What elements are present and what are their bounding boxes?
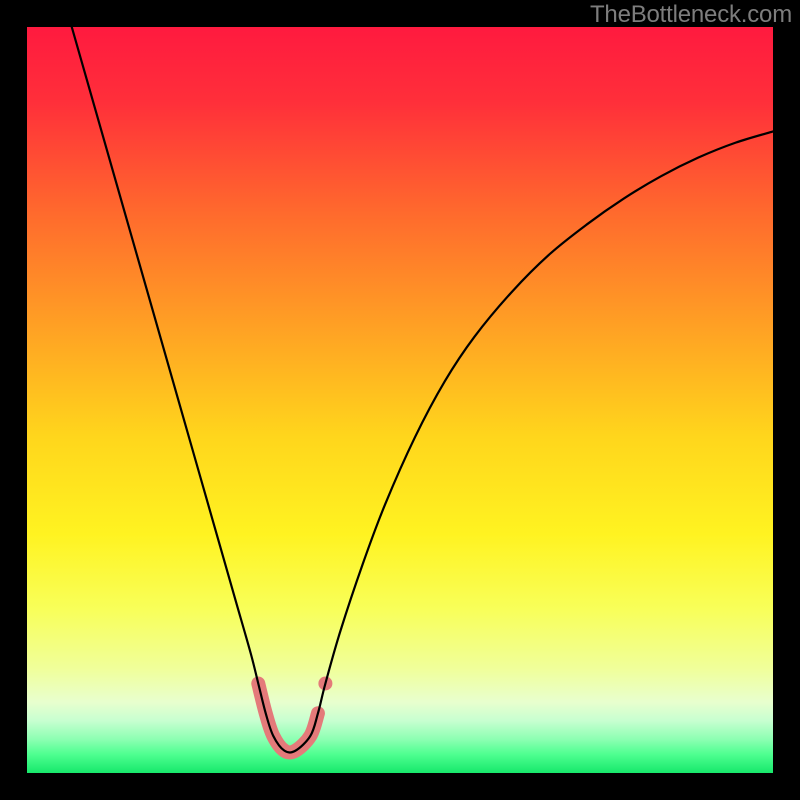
bottleneck-chart (0, 0, 800, 800)
watermark-text: TheBottleneck.com (590, 1, 792, 29)
plot-background-gradient (27, 27, 773, 773)
chart-frame (0, 0, 800, 800)
